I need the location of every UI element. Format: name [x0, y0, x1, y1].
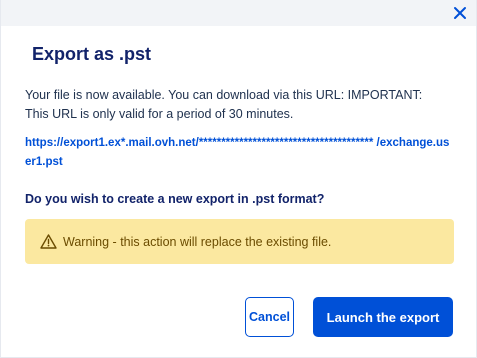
- dialog-header-bar: [1, 0, 476, 26]
- warning-banner: Warning - this action will replace the e…: [25, 219, 454, 264]
- new-export-question: Do you wish to create a new export in .p…: [25, 192, 325, 206]
- dialog-title: Export as .pst: [32, 44, 152, 64]
- warning-icon: [40, 234, 57, 249]
- cancel-button[interactable]: Cancel: [245, 297, 294, 337]
- warning-text: Warning - this action will replace the e…: [63, 234, 332, 249]
- launch-export-button[interactable]: Launch the export: [313, 297, 453, 337]
- download-url-link[interactable]: https://export1.ex*.mail.ovh.net/*******…: [25, 134, 455, 172]
- export-pst-dialog: Export as .pst Your file is now availabl…: [0, 0, 477, 358]
- close-icon[interactable]: [452, 5, 468, 21]
- availability-message: Your file is now available. You can down…: [25, 88, 423, 121]
